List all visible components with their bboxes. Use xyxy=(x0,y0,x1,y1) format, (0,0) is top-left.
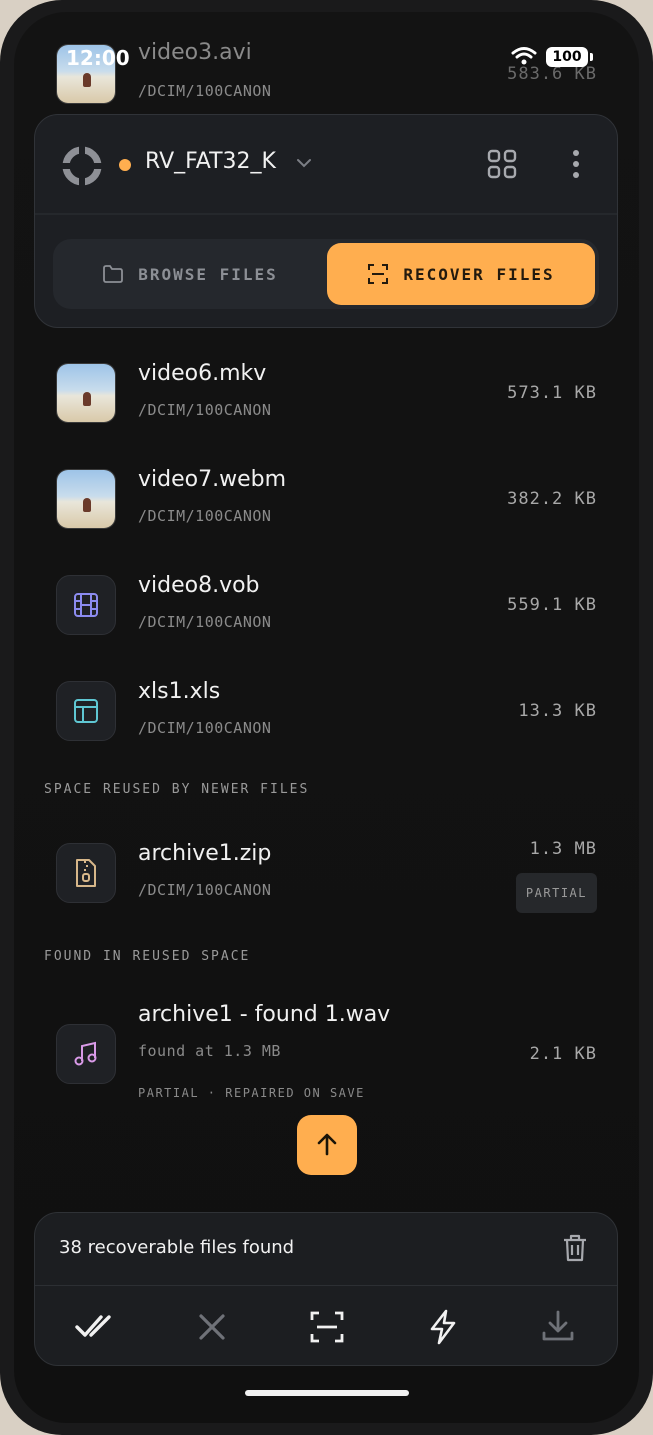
tab-browse-files[interactable]: BROWSE FILES xyxy=(57,243,323,305)
file-row[interactable]: video6.mkv /DCIM/100CANON 573.1 KB xyxy=(14,349,639,439)
file-name: video7.webm xyxy=(138,467,287,492)
file-row[interactable]: video7.webm /DCIM/100CANON 382.2 KB xyxy=(14,455,639,545)
file-name: archive1.zip xyxy=(138,841,272,866)
arrow-up-icon xyxy=(317,1133,337,1156)
header-divider xyxy=(35,213,617,215)
file-icon-box xyxy=(56,575,116,635)
screen: video3.avi /DCIM/100CANON 583.6 KB 12:00… xyxy=(14,12,639,1423)
section-header-found: FOUND IN REUSED SPACE xyxy=(44,949,251,964)
music-icon xyxy=(74,1041,97,1066)
tab-recover-files[interactable]: RECOVER FILES xyxy=(327,243,595,305)
scroll-top-button[interactable] xyxy=(297,1115,357,1175)
file-detail: found at 1.3 MB xyxy=(138,1042,281,1060)
grid-view-icon[interactable] xyxy=(487,149,517,179)
status-dot xyxy=(119,159,131,171)
scan-icon xyxy=(368,264,389,284)
file-size: 13.3 KB xyxy=(518,701,597,721)
trash-icon[interactable] xyxy=(561,1233,589,1263)
summary-text: 38 recoverable files found xyxy=(59,1237,295,1258)
file-path: /DCIM/100CANON xyxy=(138,507,272,525)
file-icon-box xyxy=(56,843,116,903)
more-menu-icon[interactable] xyxy=(568,149,584,181)
select-all-icon[interactable] xyxy=(75,1311,117,1341)
zip-icon xyxy=(76,859,96,887)
partial-badge: PARTIAL xyxy=(515,873,597,913)
file-size: 1.3 MB xyxy=(529,839,597,859)
file-row[interactable]: video8.vob /DCIM/100CANON 559.1 KB xyxy=(14,561,639,651)
file-path: /DCIM/100CANON xyxy=(138,881,272,899)
file-size: 559.1 KB xyxy=(507,595,597,615)
device-name[interactable]: RV_FAT32_K xyxy=(145,149,276,174)
file-size: 382.2 KB xyxy=(507,489,597,509)
file-row[interactable]: archive1 - found 1.wav found at 1.3 MB P… xyxy=(14,996,639,1106)
file-size: 2.1 KB xyxy=(529,1044,597,1064)
file-path: /DCIM/100CANON xyxy=(138,613,272,631)
header-card: RV_FAT32_K BROWSE FILES RECOVER FILES xyxy=(34,114,618,328)
panel-divider xyxy=(35,1285,617,1286)
lightning-icon[interactable] xyxy=(428,1309,458,1345)
file-path: /DCIM/100CANON xyxy=(138,719,272,737)
home-indicator xyxy=(245,1390,409,1396)
scan-icon[interactable] xyxy=(310,1311,344,1343)
file-name: video6.mkv xyxy=(138,361,267,386)
drive-icon xyxy=(62,146,102,186)
file-thumbnail xyxy=(56,469,116,529)
file-row[interactable]: xls1.xls /DCIM/100CANON 13.3 KB xyxy=(14,667,639,757)
file-name: xls1.xls xyxy=(138,679,221,704)
file-size: 583.6 KB xyxy=(507,64,597,84)
bottom-action-panel: 38 recoverable files found xyxy=(34,1212,618,1366)
mode-toggle: BROWSE FILES RECOVER FILES xyxy=(53,239,599,309)
file-name: archive1 - found 1.wav xyxy=(138,1002,391,1027)
section-header-reused: SPACE REUSED BY NEWER FILES xyxy=(44,782,310,797)
file-path: /DCIM/100CANON xyxy=(138,82,272,100)
film-icon xyxy=(74,593,98,617)
file-thumbnail xyxy=(56,363,116,423)
status-time: 12:00 xyxy=(66,46,130,70)
file-name: video8.vob xyxy=(138,573,260,598)
file-icon-box xyxy=(56,1024,116,1084)
file-note: PARTIAL · REPAIRED ON SAVE xyxy=(138,1086,365,1100)
download-icon[interactable] xyxy=(541,1309,575,1343)
file-name: video3.avi xyxy=(138,40,252,65)
folder-icon xyxy=(103,265,124,283)
close-icon[interactable] xyxy=(198,1313,226,1341)
table-icon xyxy=(74,699,98,723)
chevron-down-icon[interactable] xyxy=(297,158,311,168)
file-path: /DCIM/100CANON xyxy=(138,401,272,419)
wifi-icon xyxy=(511,47,537,65)
file-icon-box xyxy=(56,681,116,741)
file-size: 573.1 KB xyxy=(507,383,597,403)
file-row[interactable]: archive1.zip /DCIM/100CANON 1.3 MB PARTI… xyxy=(14,829,639,919)
phone-frame: video3.avi /DCIM/100CANON 583.6 KB 12:00… xyxy=(0,0,653,1435)
battery-indicator: 100 xyxy=(546,47,593,67)
